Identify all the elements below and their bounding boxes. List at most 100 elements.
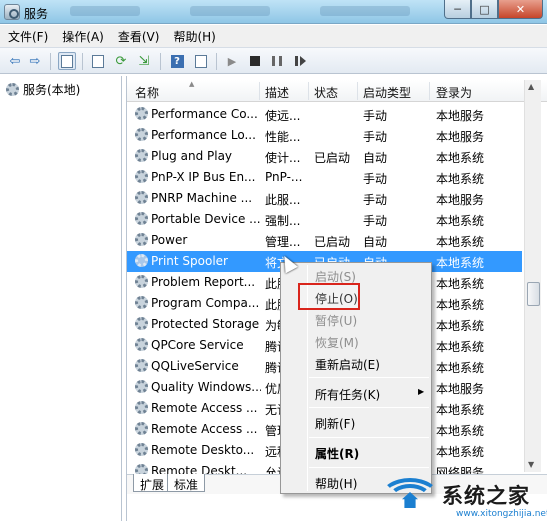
submenu-arrow-icon: ▶ — [418, 387, 425, 396]
restart-service-icon[interactable] — [290, 52, 308, 70]
forward-arrow-icon[interactable]: ⇨ — [26, 52, 44, 70]
service-startup-type: 手动 — [363, 109, 388, 123]
gear-icon — [135, 275, 148, 288]
service-log-on-as: 本地服务 — [436, 382, 485, 396]
services-app-icon[interactable] — [4, 4, 20, 20]
menu-file[interactable]: 文件(F) — [8, 28, 48, 45]
service-log-on-as: 本地系统 — [436, 424, 485, 438]
gear-icon — [135, 170, 148, 183]
column-startup-type[interactable]: 启动类型 — [363, 84, 411, 101]
service-row[interactable]: PNRP Machine ... 此服... 手动 本地服务 — [127, 188, 522, 209]
menu-action[interactable]: 操作(A) — [62, 28, 104, 45]
action-pane-icon[interactable] — [192, 52, 210, 70]
menu-item-help[interactable]: 帮助(H) — [315, 475, 357, 492]
service-startup-type: 手动 — [363, 130, 388, 144]
service-startup-type: 手动 — [363, 193, 388, 207]
scroll-thumb[interactable] — [527, 282, 540, 306]
service-description: 使远... — [265, 109, 301, 123]
stop-highlight-box — [298, 283, 360, 310]
menu-item-all-tasks[interactable]: 所有任务(K) — [315, 386, 380, 403]
menu-item-properties[interactable]: 属性(R) — [315, 445, 359, 462]
column-status[interactable]: 状态 — [314, 84, 338, 101]
tree-item-services-local[interactable]: 服务(本地) — [6, 81, 80, 98]
service-row[interactable]: Portable Device ... 强制... 手动 本地系统 — [127, 209, 522, 230]
properties-icon[interactable] — [89, 52, 107, 70]
maximize-button[interactable]: □ — [471, 0, 498, 19]
service-name: Power — [151, 233, 188, 247]
menu-item-pause[interactable]: 暂停(U) — [315, 312, 357, 329]
toolbar-separator — [160, 53, 161, 70]
service-row[interactable]: Plug and Play 使计... 已启动 自动 本地系统 — [127, 146, 522, 167]
service-row[interactable]: Power 管理... 已启动 自动 本地系统 — [127, 230, 522, 251]
scroll-down-icon[interactable]: ▼ — [528, 460, 534, 469]
service-status: 已启动 — [314, 235, 351, 249]
vertical-scrollbar[interactable]: ▲ ▼ — [524, 80, 541, 472]
watermark-logo — [380, 478, 442, 516]
watermark-url: www.xitongzhijia.net — [456, 509, 547, 519]
minimize-button[interactable]: ─ — [444, 0, 471, 19]
help-icon[interactable]: ? — [168, 52, 186, 70]
service-log-on-as: 本地服务 — [436, 130, 485, 144]
menu-separator — [309, 437, 429, 438]
service-startup-type: 手动 — [363, 214, 388, 228]
sort-arrow-icon: ▲ — [189, 80, 195, 88]
tab-extended[interactable]: 扩展 — [133, 474, 172, 492]
menu-item-refresh[interactable]: 刷新(F) — [315, 415, 355, 432]
service-row[interactable]: Performance Lo... 性能... 手动 本地服务 — [127, 125, 522, 146]
service-log-on-as: 本地系统 — [436, 235, 485, 249]
menu-item-resume[interactable]: 恢复(M) — [315, 334, 359, 351]
gear-icon — [135, 359, 148, 372]
title-bar[interactable]: 服务 ─ □ ✕ — [0, 0, 547, 24]
show-console-tree-icon[interactable] — [58, 52, 76, 70]
close-button[interactable]: ✕ — [498, 0, 543, 19]
service-name: PNRP Machine ... — [151, 191, 253, 205]
start-service-icon[interactable]: ▶ — [223, 52, 241, 70]
service-name: Performance Co... — [151, 107, 258, 121]
gear-icon — [135, 212, 148, 225]
service-row[interactable]: Performance Co... 使远... 手动 本地服务 — [127, 104, 522, 125]
gear-icon — [135, 254, 148, 267]
blurred-area — [190, 6, 270, 16]
refresh-icon[interactable]: ⟳ — [112, 52, 130, 70]
menu-item-restart[interactable]: 重新启动(E) — [315, 356, 380, 373]
gear-icon — [135, 233, 148, 246]
window-title: 服务 — [24, 7, 49, 21]
column-header: ▲ 名称 描述 状态 启动类型 登录为 — [127, 80, 547, 102]
service-log-on-as: 本地系统 — [436, 445, 485, 459]
service-log-on-as: 本地系统 — [436, 340, 485, 354]
gear-icon — [135, 149, 148, 162]
service-log-on-as: 本地服务 — [436, 193, 485, 207]
export-list-icon[interactable]: ⇲ — [135, 52, 153, 70]
column-log-on-as[interactable]: 登录为 — [436, 84, 472, 101]
column-divider[interactable] — [308, 82, 309, 100]
pause-service-icon[interactable] — [268, 52, 286, 70]
column-divider[interactable] — [259, 82, 260, 100]
console-tree: 服务(本地) — [0, 76, 122, 521]
service-name: PnP-X IP Bus En... — [151, 170, 256, 184]
gear-icon — [135, 107, 148, 120]
stop-service-icon[interactable] — [246, 52, 264, 70]
column-description[interactable]: 描述 — [265, 84, 289, 101]
column-divider[interactable] — [429, 82, 430, 100]
column-divider[interactable] — [357, 82, 358, 100]
toolbar-separator — [216, 53, 217, 70]
service-log-on-as: 本地系统 — [436, 256, 485, 270]
menu-help[interactable]: 帮助(H) — [173, 28, 215, 45]
services-window: 服务 ─ □ ✕ 文件(F) 操作(A) 查看(V) 帮助(H) ⇦ ⇨ ⟳ ⇲… — [0, 0, 547, 521]
service-log-on-as: 本地系统 — [436, 277, 485, 291]
menu-separator — [309, 467, 429, 468]
service-name: Print Spooler — [151, 254, 228, 268]
toolbar-separator — [50, 53, 51, 70]
back-arrow-icon[interactable]: ⇦ — [6, 52, 24, 70]
column-name[interactable]: 名称 — [135, 84, 159, 101]
scroll-up-icon[interactable]: ▲ — [528, 82, 534, 91]
service-row[interactable]: PnP-X IP Bus En... PnP-... 手动 本地系统 — [127, 167, 522, 188]
menu-view[interactable]: 查看(V) — [118, 28, 160, 45]
gear-icon — [135, 443, 148, 456]
gear-icon — [135, 401, 148, 414]
tab-standard[interactable]: 标准 — [167, 474, 206, 492]
gear-icon — [135, 296, 148, 309]
gear-icon — [135, 128, 148, 141]
service-description: PnP-... — [265, 170, 303, 184]
blurred-area — [70, 6, 140, 16]
